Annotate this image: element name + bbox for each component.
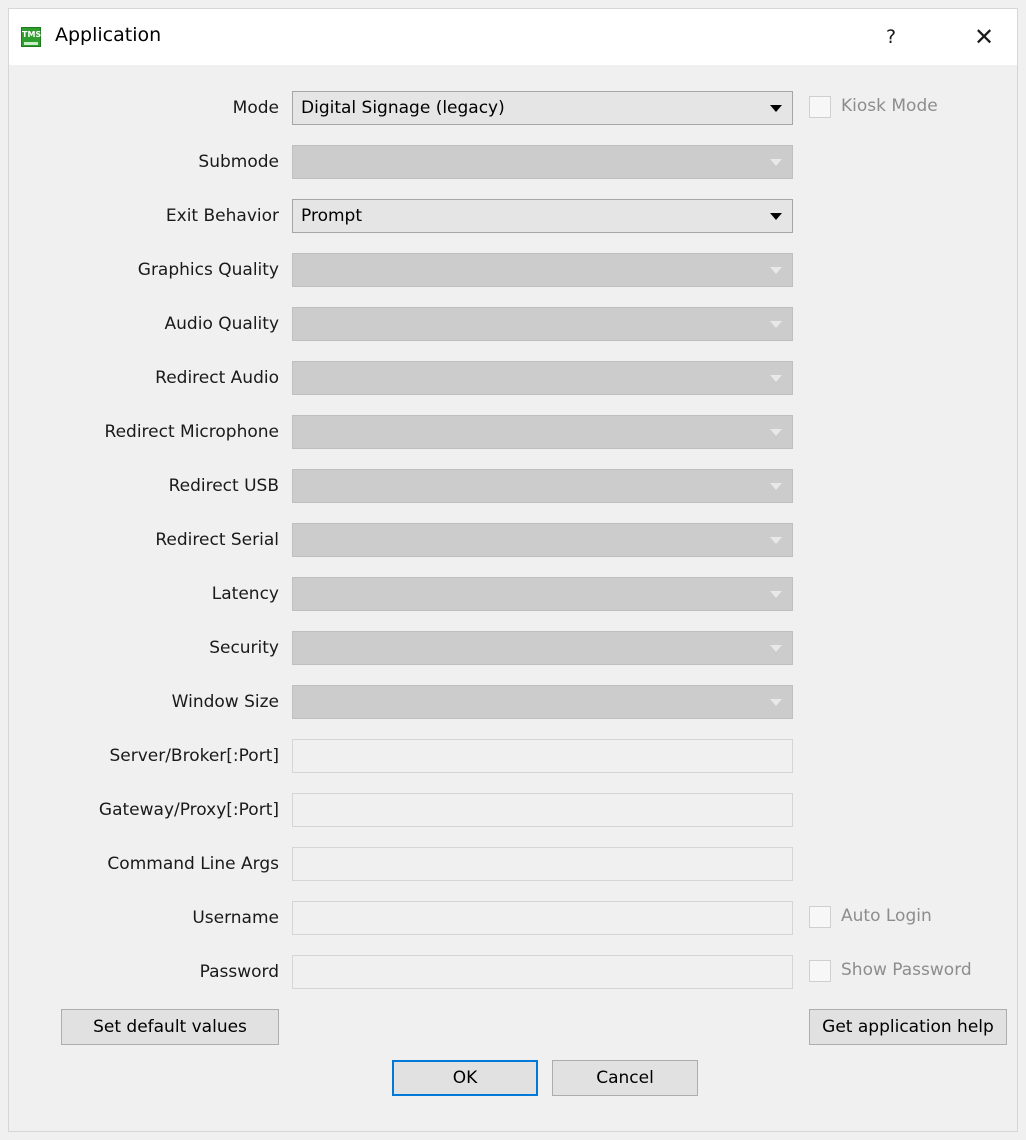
app-logo-text: TMS [22, 30, 42, 39]
server-broker-label: Server/Broker[:Port] [109, 746, 279, 766]
gateway-proxy-input[interactable] [292, 793, 793, 827]
exit-behavior-select[interactable]: Prompt [292, 199, 793, 233]
username-label: Username [192, 908, 279, 928]
mode-label: Mode [232, 98, 279, 118]
redirect-audio-label: Redirect Audio [155, 368, 279, 388]
chevron-down-icon [770, 213, 782, 220]
window-size-label: Window Size [171, 692, 279, 712]
redirect-serial-row: Redirect Serial [9, 523, 1017, 559]
chevron-down-icon [770, 159, 782, 166]
latency-row: Latency [9, 577, 1017, 613]
chevron-down-icon [770, 429, 782, 436]
latency-label: Latency [211, 584, 279, 604]
chevron-down-icon [770, 105, 782, 112]
application-dialog: TMS Application ? ✕ Mode Digital Signage… [8, 8, 1018, 1132]
redirect-serial-label: Redirect Serial [155, 530, 279, 550]
security-row: Security [9, 631, 1017, 667]
latency-select[interactable] [292, 577, 793, 611]
command-line-args-input[interactable] [292, 847, 793, 881]
audio-quality-select[interactable] [292, 307, 793, 341]
app-logo-icon: TMS [21, 27, 41, 47]
exit-behavior-label: Exit Behavior [165, 206, 279, 226]
submode-label: Submode [198, 152, 279, 172]
get-application-help-button[interactable]: Get application help [809, 1009, 1007, 1045]
ok-button[interactable]: OK [392, 1060, 538, 1096]
submode-row: Submode [9, 145, 1017, 181]
redirect-microphone-row: Redirect Microphone [9, 415, 1017, 451]
dialog-title: Application [55, 24, 162, 46]
exit-behavior-select-value: Prompt [301, 206, 362, 226]
exit-behavior-row: Exit Behavior Prompt [9, 199, 1017, 235]
server-broker-input[interactable] [292, 739, 793, 773]
redirect-audio-row: Redirect Audio [9, 361, 1017, 397]
chevron-down-icon [770, 375, 782, 382]
kiosk-mode-checkbox[interactable] [809, 96, 831, 118]
mode-select-value: Digital Signage (legacy) [301, 98, 505, 118]
audio-quality-row: Audio Quality [9, 307, 1017, 343]
cancel-button[interactable]: Cancel [552, 1060, 698, 1096]
auto-login-label: Auto Login [841, 906, 932, 926]
chevron-down-icon [770, 699, 782, 706]
mode-row: Mode Digital Signage (legacy) Kiosk Mode [9, 91, 1017, 127]
command-line-args-label: Command Line Args [107, 854, 279, 874]
window-size-select[interactable] [292, 685, 793, 719]
submode-select[interactable] [292, 145, 793, 179]
chevron-down-icon [770, 537, 782, 544]
gateway-proxy-row: Gateway/Proxy[:Port] [9, 793, 1017, 829]
audio-quality-label: Audio Quality [164, 314, 279, 334]
help-icon[interactable]: ? [871, 21, 911, 53]
show-password-checkbox[interactable] [809, 960, 831, 982]
title-bar: TMS Application ? ✕ [9, 9, 1017, 65]
password-input[interactable] [292, 955, 793, 989]
chevron-down-icon [770, 321, 782, 328]
password-row: Password Show Password [9, 955, 1017, 991]
graphics-quality-row: Graphics Quality [9, 253, 1017, 289]
security-label: Security [209, 638, 279, 658]
redirect-serial-select[interactable] [292, 523, 793, 557]
chevron-down-icon [770, 267, 782, 274]
set-default-values-button[interactable]: Set default values [61, 1009, 279, 1045]
gateway-proxy-label: Gateway/Proxy[:Port] [98, 800, 279, 820]
redirect-microphone-label: Redirect Microphone [104, 422, 279, 442]
app-logo-bar [24, 42, 38, 45]
mode-select[interactable]: Digital Signage (legacy) [292, 91, 793, 125]
security-select[interactable] [292, 631, 793, 665]
show-password-label: Show Password [841, 960, 972, 980]
password-label: Password [199, 962, 279, 982]
server-broker-row: Server/Broker[:Port] [9, 739, 1017, 775]
chevron-down-icon [770, 645, 782, 652]
chevron-down-icon [770, 591, 782, 598]
graphics-quality-select[interactable] [292, 253, 793, 287]
username-row: Username Auto Login [9, 901, 1017, 937]
redirect-audio-select[interactable] [292, 361, 793, 395]
redirect-usb-row: Redirect USB [9, 469, 1017, 505]
redirect-usb-label: Redirect USB [168, 476, 279, 496]
auto-login-checkbox[interactable] [809, 906, 831, 928]
username-input[interactable] [292, 901, 793, 935]
close-icon[interactable]: ✕ [959, 21, 1009, 53]
graphics-quality-label: Graphics Quality [137, 260, 279, 280]
redirect-usb-select[interactable] [292, 469, 793, 503]
command-line-args-row: Command Line Args [9, 847, 1017, 883]
redirect-microphone-select[interactable] [292, 415, 793, 449]
window-size-row: Window Size [9, 685, 1017, 721]
chevron-down-icon [770, 483, 782, 490]
kiosk-mode-label: Kiosk Mode [841, 96, 938, 116]
